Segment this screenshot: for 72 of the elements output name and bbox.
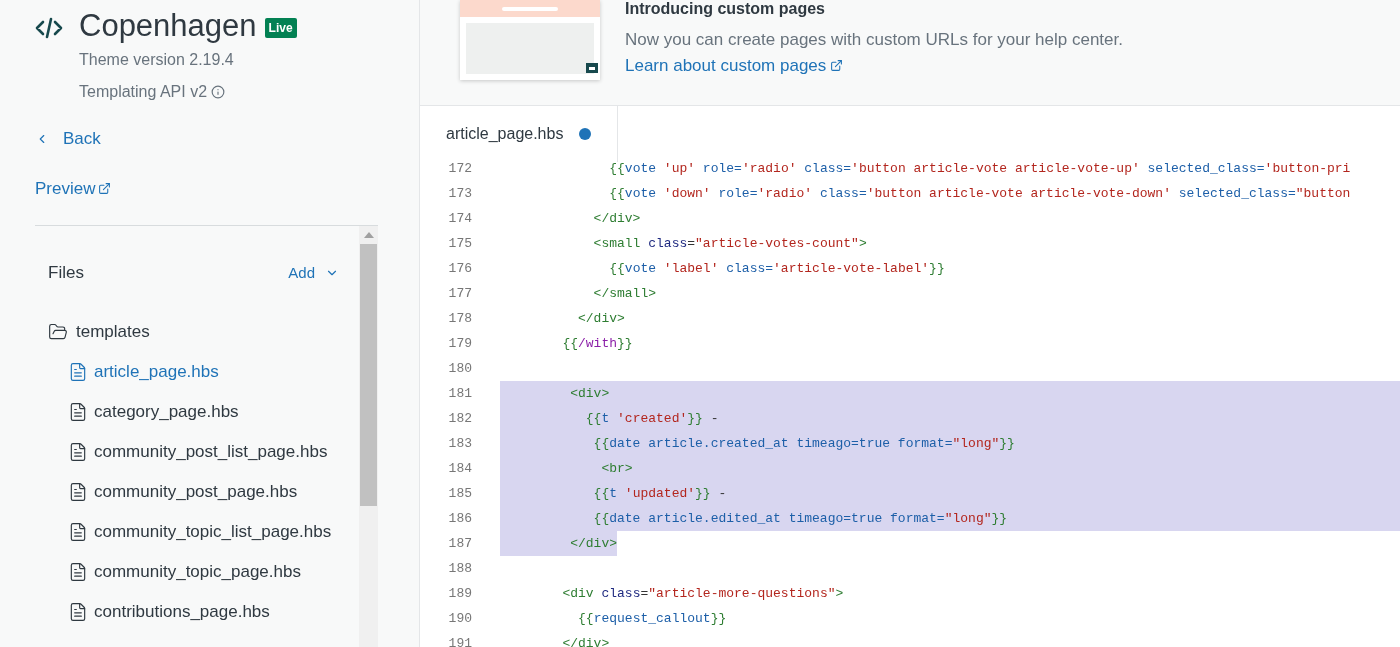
line-number: 179 <box>447 334 472 353</box>
code-line: {{date article.edited_at timeago=true format="long"}} <box>592 509 1008 528</box>
code-line: <br> <box>600 459 633 478</box>
files-title: Files <box>48 262 84 284</box>
code-line: {{request_callout}} <box>577 609 727 628</box>
add-button[interactable]: Add <box>288 261 339 284</box>
line-number: 190 <box>447 609 472 628</box>
theme-title: Copenhagen <box>79 8 257 44</box>
code-line: </small> <box>592 284 657 303</box>
file-item[interactable]: contributions_page.hbs <box>68 599 270 624</box>
file-icon <box>68 361 88 382</box>
folder-item[interactable]: templates <box>48 319 339 344</box>
line-number: 191 <box>447 634 472 647</box>
line-number: 187 <box>447 534 472 553</box>
line-number: 176 <box>447 259 472 278</box>
banner-text: Now you can create pages with custom URLs for your help center. <box>625 29 1123 51</box>
file-icon <box>68 521 88 542</box>
line-number: 174 <box>447 209 472 228</box>
line-number: 182 <box>447 409 472 428</box>
file-icon <box>68 561 88 582</box>
code-line: {{vote 'label' class='article-vote-label'}} <box>608 259 945 278</box>
line-number: 183 <box>447 434 472 453</box>
file-item[interactable]: community_topic_page.hbs <box>68 559 301 584</box>
line-number: 181 <box>447 384 472 403</box>
code-line: </div> <box>561 634 610 647</box>
code-line: </div> <box>569 534 618 553</box>
line-number: 185 <box>447 484 472 503</box>
code-line: {{date article.created_at timeago=true format="long"}} <box>592 434 1015 453</box>
line-number: 172 <box>447 159 472 178</box>
file-item[interactable]: community_post_list_page.hbs <box>68 439 328 464</box>
line-number: 175 <box>447 234 472 253</box>
scrollbar[interactable] <box>359 226 378 647</box>
scroll-up-icon[interactable] <box>363 232 374 238</box>
code-line: {{t 'created'}} - <box>584 409 719 428</box>
code-line: {{vote 'up' role='radio' class='button article-vote article-vote-up' selected_class='button-pri <box>608 159 1351 178</box>
external-link-icon <box>98 181 112 195</box>
folder-open-icon <box>48 321 68 342</box>
info-icon[interactable] <box>211 85 226 99</box>
code-line: <small class="article-votes-count"> <box>592 234 867 253</box>
line-number: 186 <box>447 509 472 528</box>
line-number: 178 <box>447 309 472 328</box>
code-line: {{vote 'down' role='radio' class='button article-vote article-vote-down' selected_class="button <box>608 184 1351 203</box>
file-item[interactable]: article_page.hbs <box>68 359 219 384</box>
file-item[interactable]: community_post_page.hbs <box>68 479 298 504</box>
line-number: 180 <box>447 359 472 378</box>
code-line: {{/with}} <box>561 334 633 353</box>
line-number: 173 <box>447 184 472 203</box>
code-line: <div> <box>569 384 610 403</box>
code-line: {{t 'updated'}} - <box>592 484 727 503</box>
live-badge: Live <box>264 18 297 38</box>
back-link[interactable]: Back <box>35 126 101 152</box>
line-number: 189 <box>447 584 472 603</box>
line-number: 184 <box>447 459 472 478</box>
theme-version: Theme version 2.19.4 <box>79 50 235 70</box>
file-icon <box>68 481 88 502</box>
line-number: 188 <box>447 559 472 578</box>
file-item[interactable]: category_page.hbs <box>68 399 239 424</box>
code-line: </div> <box>592 209 641 228</box>
file-icon <box>68 401 88 422</box>
file-item[interactable]: community_topic_list_page.hbs <box>68 519 332 544</box>
preview-link[interactable]: Preview <box>35 175 112 201</box>
code-line: <div class="article-more-questions"> <box>561 584 844 603</box>
scrollbar-thumb[interactable] <box>360 244 377 506</box>
line-number: 177 <box>447 284 472 303</box>
code-icon <box>35 16 63 40</box>
api-version: Templating API v2 <box>79 82 208 102</box>
file-icon <box>68 601 88 622</box>
code-line: </div> <box>577 309 625 328</box>
file-icon <box>68 441 88 462</box>
learn-more-link[interactable]: Learn about custom pages <box>625 52 844 78</box>
banner-title: Introducing custom pages <box>625 0 826 19</box>
external-link-icon <box>830 58 844 72</box>
